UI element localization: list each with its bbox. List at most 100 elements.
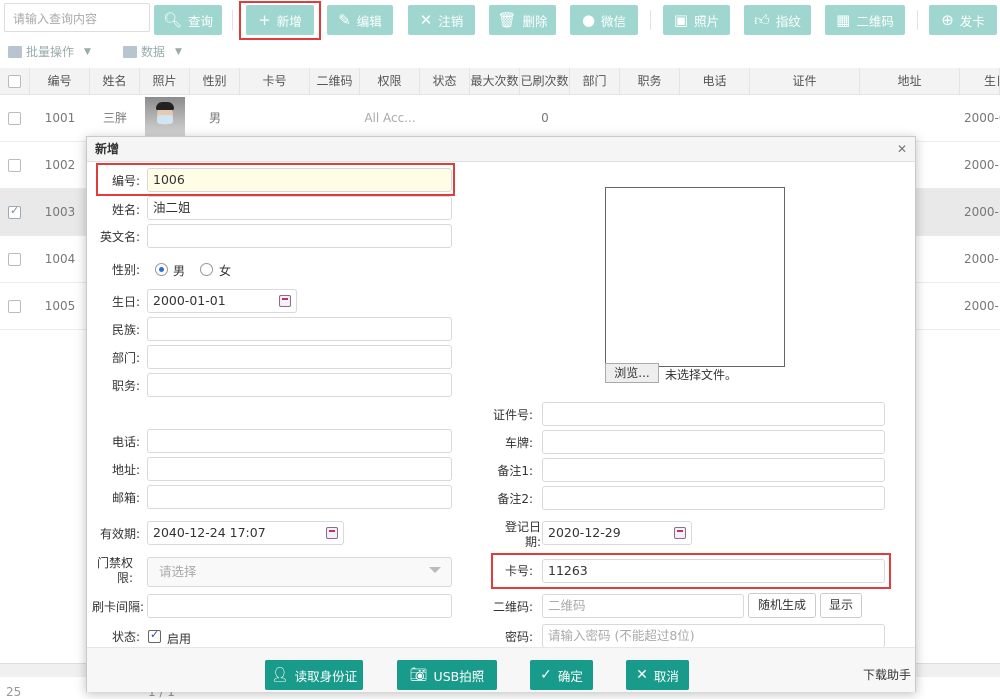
edit-button[interactable]: ✎ 编辑 (327, 5, 393, 35)
gender-female-radio[interactable] (200, 263, 213, 276)
column-header[interactable]: 二维码 (310, 68, 360, 95)
query-button[interactable]: 🔍︎ 查询 (154, 5, 222, 35)
cell-id: 1003 (44, 205, 76, 219)
add-dialog: 新增 ✕ 编号: 1006 姓名: 油二姐 英文名: 性别: 男 女 生日: 2… (86, 136, 916, 692)
calendar-icon[interactable] (674, 527, 686, 539)
delete-button[interactable]: 🗑︎ 删除 (489, 5, 556, 35)
id-number-field[interactable] (542, 402, 885, 426)
row-checkbox[interactable] (8, 300, 21, 313)
qrcode-field[interactable]: 二维码 (542, 594, 744, 618)
cancel-button[interactable]: ✕ 取消 (626, 660, 689, 690)
column-header[interactable]: 状态 (420, 68, 470, 95)
address-field[interactable] (147, 457, 452, 481)
validity-field[interactable]: 2040-12-24 17:07 (147, 521, 344, 545)
cell-birthday: 2000-1 (964, 158, 1000, 172)
calendar-icon[interactable] (326, 527, 338, 539)
status-enabled-label: 启用 (167, 632, 192, 646)
table-row[interactable]: 1001 三胖 男 All Acc... 0 2000-0 (0, 95, 1000, 142)
ethnic-label: 民族: (111, 323, 140, 337)
ethnic-field[interactable] (147, 317, 452, 341)
divider (917, 10, 918, 30)
column-header[interactable]: 权限 (360, 68, 420, 95)
data-menu[interactable]: 数据 ▼ (123, 43, 182, 60)
cell-gender: 男 (208, 111, 221, 125)
page-size-select[interactable]: 25 (6, 685, 21, 699)
sub-toolbar: 批量操作 ▼ 数据 ▼ (0, 40, 1000, 62)
column-header[interactable]: 地址 (860, 68, 960, 95)
status-enabled-checkbox[interactable] (148, 628, 161, 643)
random-generate-button[interactable]: 随机生成 (748, 593, 816, 618)
register-date-field[interactable]: 2020-12-29 (542, 521, 692, 545)
access-select[interactable]: 请选择 (147, 557, 452, 587)
cell-birthday: 2000-1 (964, 205, 1000, 219)
password-field[interactable]: 请输入密码 (不能超过8位) (542, 624, 885, 647)
browse-button[interactable]: 浏览... (605, 363, 659, 383)
avatar-mask (157, 115, 173, 124)
check-icon: ✓ (540, 667, 552, 683)
header-checkbox-cell (0, 68, 30, 95)
select-all-checkbox[interactable] (8, 75, 21, 88)
position-label: 职务: (111, 379, 140, 393)
gender-female-label: 女 (219, 264, 232, 278)
note2-field[interactable] (542, 486, 885, 510)
email-field[interactable] (147, 485, 452, 509)
row-checkbox[interactable] (8, 159, 21, 172)
gender-male-radio[interactable] (155, 263, 168, 276)
cell-name: 三胖 (102, 111, 127, 125)
usb-camera-button[interactable]: 📷︎ USB拍照 (397, 660, 497, 690)
position-field[interactable] (147, 373, 452, 397)
table-header: 编号 姓名 照片 性别 卡号 二维码 权限 状态 最大次数 已刷次数 部门 职务… (0, 68, 1000, 95)
photo-button[interactable]: ▣ 照片 (663, 5, 730, 35)
confirm-button[interactable]: ✓ 确定 (530, 660, 593, 690)
validity-label: 有效期: (99, 527, 140, 541)
row-checkbox[interactable] (8, 253, 21, 266)
column-header[interactable]: 职务 (620, 68, 680, 95)
birthday-field[interactable]: 2000-01-01 (147, 289, 297, 313)
column-header[interactable]: 照片 (140, 68, 190, 95)
calendar-icon[interactable] (279, 295, 291, 307)
row-checkbox[interactable] (8, 112, 21, 125)
interval-field[interactable] (147, 594, 452, 618)
download-helper-link[interactable]: 下载助手 (863, 666, 911, 683)
fingerprint-button[interactable]: 👍︎ 指纹 (744, 5, 811, 35)
interval-label: 刷卡间隔: (91, 600, 144, 614)
qrcode-button[interactable]: ▦ 二维码 (825, 5, 905, 35)
note1-field[interactable] (542, 458, 885, 482)
close-icon[interactable]: ✕ (895, 142, 909, 156)
batch-menu[interactable]: 批量操作 ▼ (8, 43, 91, 60)
plate-field[interactable] (542, 430, 885, 454)
row-checkbox[interactable] (8, 204, 21, 219)
deregister-button[interactable]: ✕ 注销 (408, 5, 475, 35)
english-name-field[interactable] (147, 224, 452, 248)
access-label: 门禁权限: (96, 556, 133, 585)
column-header[interactable]: 卡号 (240, 68, 310, 95)
search-input[interactable]: 请输入查询内容 (4, 3, 150, 32)
column-header[interactable]: 生日 (960, 68, 1000, 95)
column-header[interactable]: 编号 (30, 68, 90, 95)
register-date-label: 登记日期: (504, 520, 541, 549)
department-field[interactable] (147, 345, 452, 369)
data-icon (123, 45, 137, 58)
column-header[interactable]: 最大次数 (470, 68, 520, 95)
phone-field[interactable] (147, 429, 452, 453)
column-header[interactable]: 性别 (190, 68, 240, 95)
batch-icon (8, 45, 22, 58)
name-field[interactable]: 油二姐 (147, 196, 452, 220)
column-header[interactable]: 电话 (680, 68, 750, 95)
phone-label: 电话: (111, 435, 140, 449)
read-id-card-button[interactable]: 👤︎ 读取身份证 (265, 660, 363, 690)
column-header[interactable]: 已刷次数 (520, 68, 570, 95)
column-header[interactable]: 证件 (750, 68, 860, 95)
user-icon: 👤︎ (270, 667, 289, 683)
wechat-button[interactable]: ● 微信 (570, 5, 638, 35)
status-label: 状态: (111, 630, 140, 644)
column-header[interactable]: 部门 (570, 68, 620, 95)
address-label: 地址: (111, 463, 140, 477)
column-header[interactable]: 姓名 (90, 68, 140, 95)
photo-preview (605, 187, 785, 367)
show-button[interactable]: 显示 (820, 593, 862, 618)
pencil-icon: ✎ (338, 10, 351, 29)
highlight-box (96, 163, 455, 196)
issue-card-button[interactable]: ⊕ 发卡 (929, 5, 997, 35)
plate-label: 车牌: (504, 436, 533, 450)
